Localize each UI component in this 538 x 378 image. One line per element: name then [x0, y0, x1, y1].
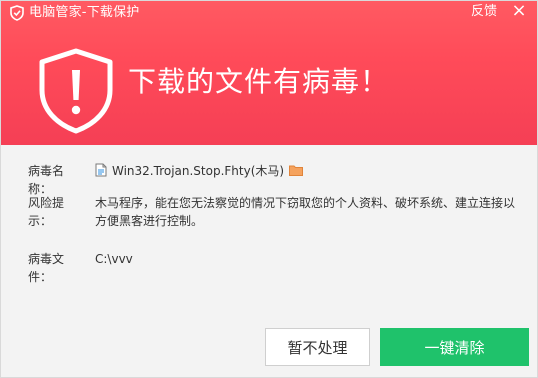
download-protection-window: 电脑管家-下载保护 反馈 × 下载的文件有病毒！ 病毒名称： Win32.Tro… — [0, 0, 538, 378]
window-title: 电脑管家-下载保护 — [29, 5, 140, 20]
file-icon — [95, 163, 107, 177]
virus-name-value: Win32.Trojan.Stop.Fhty(木马) — [112, 164, 285, 178]
risk-value: 木马程序，能在您无法察觉的情况下窃取您的个人资料、破坏系统、建立连接以方便黑客进… — [95, 196, 516, 228]
virus-file-value: C:\vvv — [95, 252, 133, 266]
risk-label: 风险提示： — [28, 196, 65, 228]
shield-icon — [10, 5, 24, 21]
virus-name-label: 病毒名称： — [28, 164, 65, 196]
folder-icon[interactable] — [289, 165, 304, 176]
warning-shield-icon — [39, 48, 113, 134]
clean-button[interactable]: 一键清除 — [380, 328, 529, 366]
virus-name-value-wrap: Win32.Trojan.Stop.Fhty(木马) — [95, 162, 515, 180]
feedback-link[interactable]: 反馈 — [471, 4, 497, 20]
virus-file-label: 病毒文件： — [28, 252, 65, 284]
title-bar[interactable]: 电脑管家-下载保护 反馈 × — [1, 1, 537, 25]
alert-title: 下载的文件有病毒！ — [128, 65, 390, 98]
ignore-button[interactable]: 暂不处理 — [265, 328, 370, 366]
alert-header: 电脑管家-下载保护 反馈 × 下载的文件有病毒！ — [1, 1, 537, 145]
close-button[interactable]: × — [511, 2, 527, 20]
